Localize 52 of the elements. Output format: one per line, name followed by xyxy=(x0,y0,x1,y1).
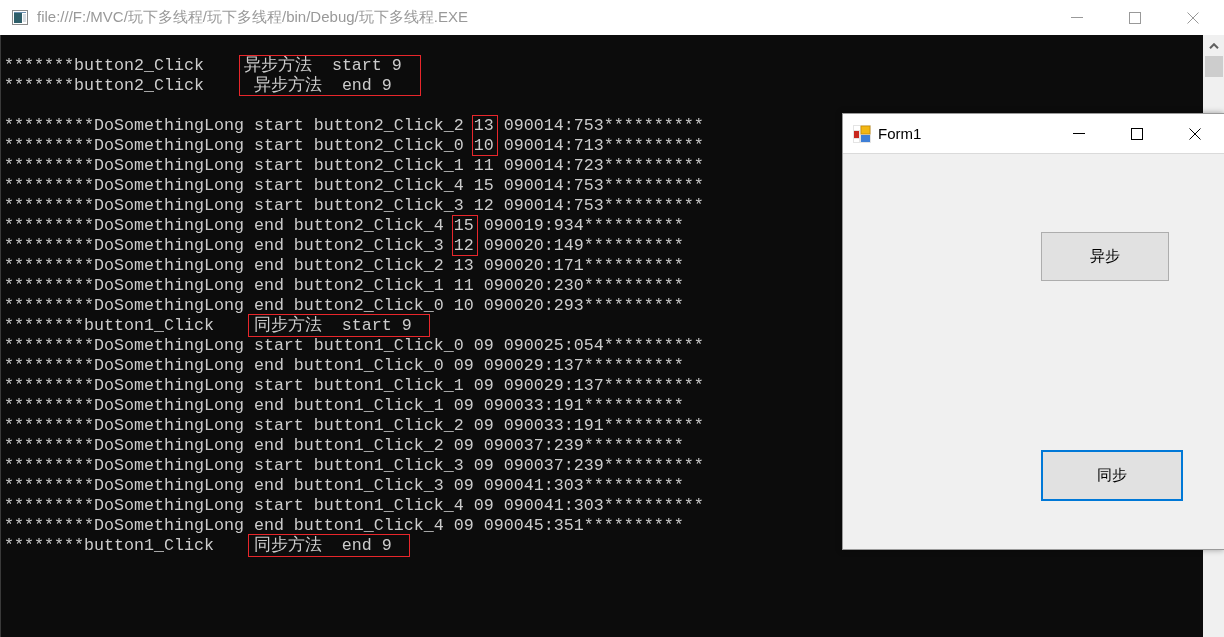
close-icon xyxy=(1189,127,1201,140)
maximize-icon xyxy=(1131,127,1143,140)
console-text: *********DoSomethingLong end button1_Click_4 09 090045:351********** xyxy=(4,516,684,535)
annotation-frame xyxy=(451,215,478,256)
console-text: *******button2_Click xyxy=(4,76,204,95)
console-text: *********DoSomethingLong start button1_Click_0 09 090025:054********** xyxy=(4,336,704,355)
console-text: *********DoSomethingLong start button1_Click_2 09 090033:191********** xyxy=(4,416,704,435)
console-icon xyxy=(12,10,28,25)
console-text: 090014:713********** xyxy=(503,136,704,155)
console-text: *********DoSomethingLong end button1_Click_0 09 090029:137********** xyxy=(4,356,684,375)
window-title: file:///F:/MVC/玩下多线程/玩下多线程/bin/Debug/玩下多线程.EXE xyxy=(37,8,468,27)
console-text: *********DoSomethingLong end button2_Click_1 11 090020:230********** xyxy=(4,276,684,295)
console-text: *********DoSomethingLong start button2_Click_4 15 090014:753********** xyxy=(4,176,704,195)
console-text: *********DoSomethingLong start button2_Click_3 12 090014:753********** xyxy=(4,196,704,215)
annotation-frame xyxy=(471,115,498,156)
minimize-icon xyxy=(1073,133,1085,134)
form-button[interactable]: 同步 xyxy=(1041,450,1183,501)
console-text: 12 xyxy=(453,236,474,255)
console-text: *********DoSomethingLong start button1_Click_4 09 090041:303********** xyxy=(4,496,704,515)
console-text: 090019:934********** xyxy=(483,216,684,235)
console-text: *********DoSomethingLong end button1_Click_1 09 090033:191********** xyxy=(4,396,684,415)
console-text: 异步方法 end 9 xyxy=(252,76,392,95)
console-text: 13 xyxy=(473,116,494,135)
close-icon xyxy=(1187,11,1199,24)
console-text: *******button2_Click xyxy=(4,56,204,75)
minimize-icon xyxy=(1071,17,1083,18)
console-text: 15 xyxy=(453,216,474,235)
console-text: *********DoSomethingLong start button1_Click_1 09 090029:137********** xyxy=(4,376,704,395)
scrollbar-thumb[interactable] xyxy=(1204,56,1223,77)
console-text: 090020:149********** xyxy=(483,236,684,255)
console-text: *********DoSomethingLong end button1_Click_3 09 090041:303********** xyxy=(4,476,684,495)
window-title: Form1 xyxy=(878,125,922,142)
console-text: ********button1_Click xyxy=(4,536,214,555)
app-icon xyxy=(853,124,871,143)
chevron-up-icon xyxy=(1208,42,1219,49)
console-text: *********DoSomethingLong start button2_Click_2 xyxy=(4,116,464,135)
form-button[interactable]: 异步 xyxy=(1041,232,1169,281)
console-text: *********DoSomethingLong start button1_Click_3 09 090037:239********** xyxy=(4,456,704,475)
console-text: ********button1_Click xyxy=(4,316,214,335)
maximize-icon xyxy=(1129,11,1141,24)
console-text: *********DoSomethingLong end button2_Click_2 13 090020:171********** xyxy=(4,256,684,275)
annotated-text: 同步方法 end 9 xyxy=(247,534,410,557)
console-text: *********DoSomethingLong end button2_Click_3 xyxy=(4,236,444,255)
console-text: *********DoSomethingLong end button1_Click_2 09 090037:239********** xyxy=(4,436,684,455)
console-text: 090014:753********** xyxy=(503,116,704,135)
console-text: *********DoSomethingLong end button2_Click_0 10 090020:293********** xyxy=(4,296,684,315)
console-text: 异步方法 start 9 xyxy=(243,56,402,75)
console-text: *********DoSomethingLong start button2_Click_1 11 090014:723********** xyxy=(4,156,704,175)
annotated-text: 同步方法 start 9 xyxy=(247,314,430,337)
console-text: 10 xyxy=(473,136,494,155)
console-text: *********DoSomethingLong end button2_Click_4 xyxy=(4,216,444,235)
console-text: *********DoSomethingLong start button2_Click_0 xyxy=(4,136,464,155)
